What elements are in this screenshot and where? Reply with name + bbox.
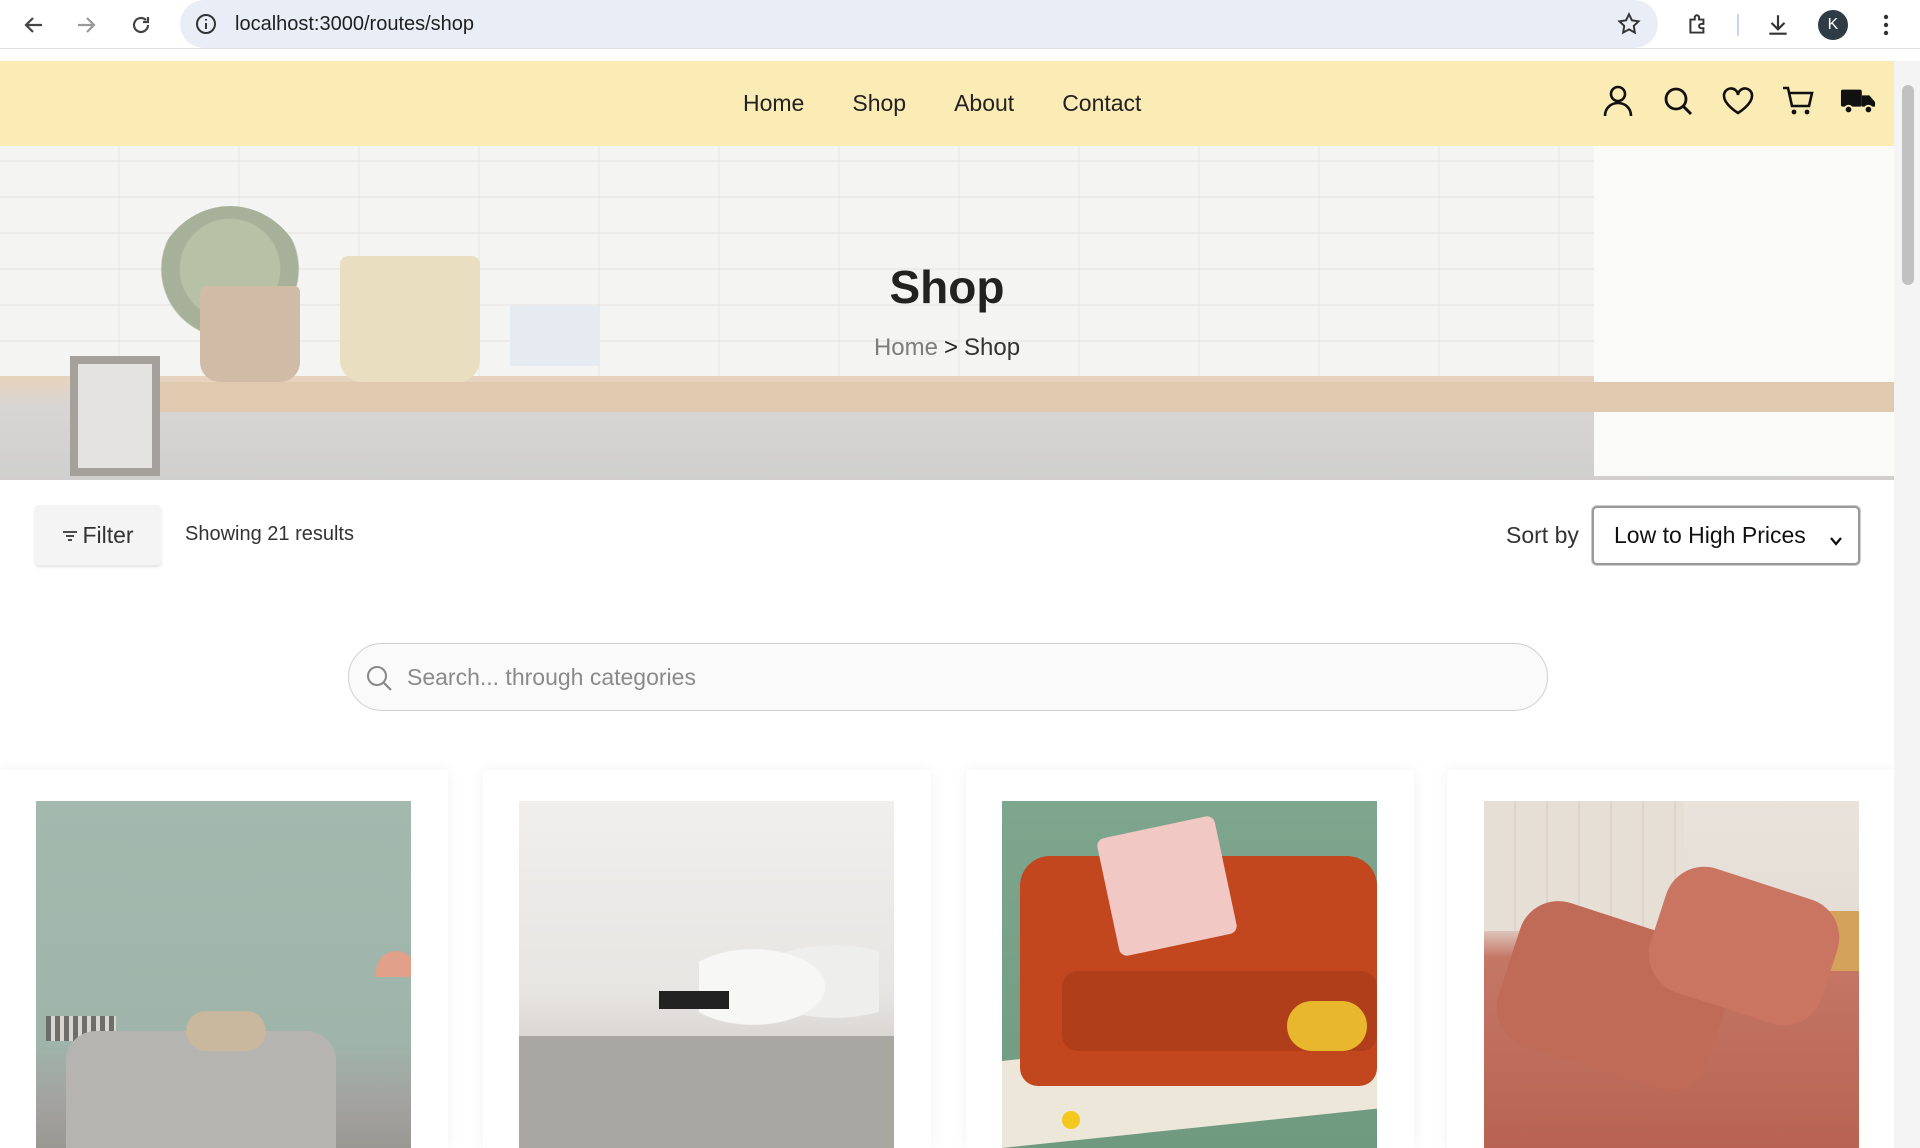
product-image[interactable] [36,801,411,1148]
main-nav: Home Shop About Contact [743,61,1141,146]
nav-contact[interactable]: Contact [1062,90,1141,117]
image-side-table [659,991,729,1009]
image-lemon [1062,1111,1080,1129]
filter-button[interactable]: Filter [35,505,161,565]
image-net-bag [1287,1001,1367,1051]
nav-home[interactable]: Home [743,90,804,117]
page-scrollbar[interactable] [1894,61,1920,1148]
image-pillows [699,921,879,1031]
product-card[interactable] [966,770,1414,1148]
back-icon[interactable] [18,9,50,41]
product-card[interactable] [483,770,931,1148]
breadcrumb-current: Shop [963,334,1021,361]
chevron-down-icon [1828,528,1844,546]
header-actions [1600,83,1876,119]
image-bed [519,1036,894,1148]
product-card[interactable] [0,770,448,1148]
product-card[interactable] [1447,770,1895,1148]
site-header: Home Shop About Contact [0,61,1894,146]
browser-toolbar: localhost:3000/routes/shop K [0,0,1920,49]
sort-select[interactable]: Low to High Prices [1592,506,1860,565]
menu-kebab-icon[interactable] [1871,10,1901,40]
filter-icon [62,522,78,549]
image-pillow [186,1011,266,1051]
nav-shop[interactable]: Shop [852,90,906,117]
user-icon[interactable] [1600,83,1636,119]
url-text[interactable]: localhost:3000/routes/shop [235,13,474,36]
sort-value: Low to High Prices [1614,522,1806,548]
scrollbar-thumb[interactable] [1902,85,1914,285]
profile-avatar[interactable]: K [1818,10,1848,40]
truck-icon[interactable] [1840,83,1876,119]
page-title: Shop [889,261,1005,313]
image-lamp [376,951,411,977]
product-image[interactable] [519,801,894,1148]
hero-banner: Shop Home > Shop [0,146,1894,480]
product-image[interactable] [1484,801,1859,1148]
bookmark-star-icon[interactable] [1616,11,1642,37]
breadcrumb-separator: > [943,334,958,361]
toolbar-divider [1737,14,1739,36]
forward-icon[interactable] [70,9,102,41]
nav-about[interactable]: About [954,90,1014,117]
cart-icon[interactable] [1780,83,1816,119]
breadcrumb: Home > Shop [0,334,1894,362]
download-icon[interactable] [1763,10,1793,40]
breadcrumb-home[interactable]: Home [874,334,938,361]
search-icon [365,664,393,692]
extensions-icon[interactable] [1683,10,1713,40]
filter-label: Filter [82,521,134,548]
address-bar[interactable]: localhost:3000/routes/shop [180,0,1658,48]
heart-icon[interactable] [1720,83,1756,119]
reload-icon[interactable] [125,9,157,41]
search-input[interactable] [407,658,1507,696]
search-icon[interactable] [1660,83,1696,119]
sort-label: Sort by [1506,522,1579,548]
image-pillow [1095,814,1239,958]
site-info-icon[interactable] [194,12,218,36]
product-image[interactable] [1002,801,1377,1148]
category-search [348,643,1548,711]
results-count: Showing 21 results [185,523,354,545]
